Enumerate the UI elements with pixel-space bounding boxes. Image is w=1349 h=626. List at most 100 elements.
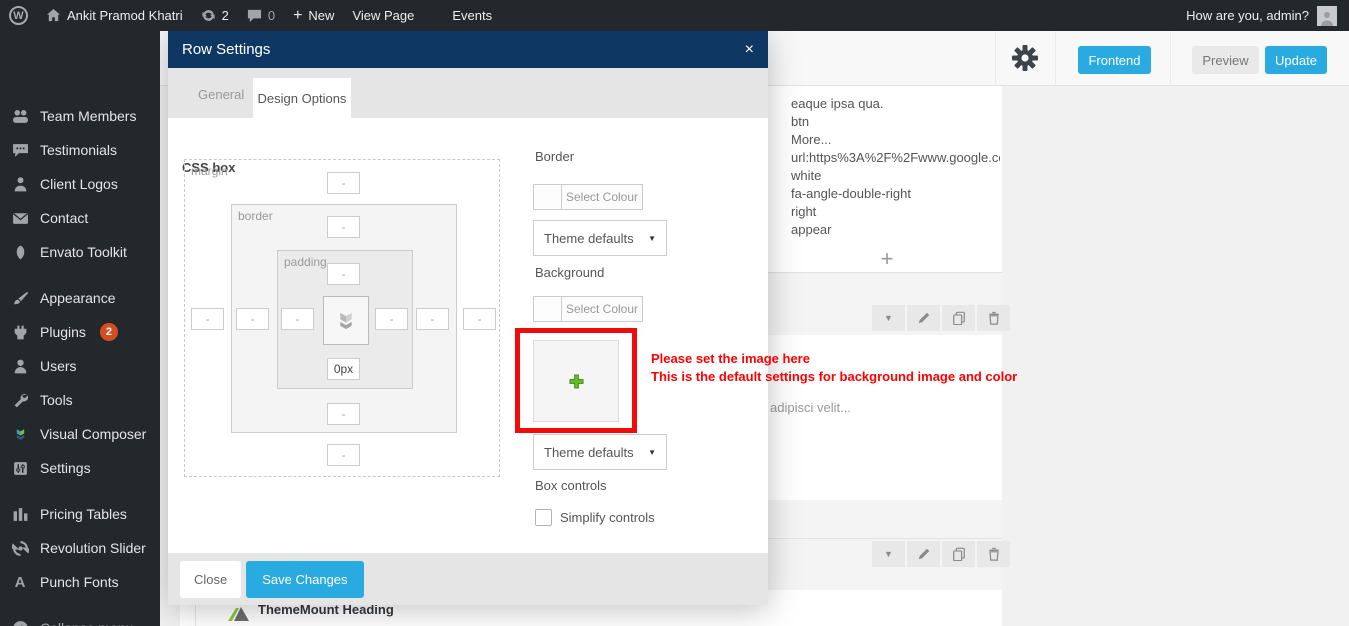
greeting-text: How are you, admin? bbox=[1186, 8, 1309, 23]
sidebar-item-label: Appearance bbox=[40, 290, 116, 306]
row-content-panel: eaque ipsa qua. btn More... url:https%3A… bbox=[779, 88, 1000, 248]
row-controls: ▼ bbox=[872, 305, 1010, 331]
avatar bbox=[1317, 5, 1337, 26]
tab-design-options[interactable]: Design Options bbox=[253, 78, 351, 118]
collapse-arrow-icon bbox=[12, 620, 28, 626]
row-excerpt-text: adipisci velit... bbox=[770, 400, 851, 415]
sidebar-item-users[interactable]: Users bbox=[0, 349, 160, 383]
frontend-button[interactable]: Frontend bbox=[1078, 46, 1151, 74]
border-bottom-input[interactable] bbox=[327, 403, 360, 425]
my-account-menu[interactable]: How are you, admin? bbox=[1186, 5, 1349, 26]
row-toggle-button[interactable]: ▼ bbox=[872, 541, 905, 567]
home-icon bbox=[46, 8, 61, 22]
margin-bottom-input[interactable] bbox=[327, 444, 360, 466]
row-delete-button[interactable] bbox=[977, 305, 1010, 331]
events-menu[interactable]: Events bbox=[443, 0, 501, 31]
row-controls: ▼ bbox=[872, 541, 1010, 567]
sidebar-item-punch-fonts[interactable]: A Punch Fonts bbox=[0, 565, 160, 599]
add-element-button[interactable]: + bbox=[874, 246, 900, 272]
updates-menu[interactable]: 2 bbox=[192, 0, 238, 31]
wordpress-menu[interactable]: W bbox=[0, 0, 37, 31]
sidebar-item-appearance[interactable]: Appearance bbox=[0, 281, 160, 315]
row-edit-button[interactable] bbox=[907, 305, 940, 331]
row-clone-button[interactable] bbox=[942, 305, 975, 331]
trash-icon bbox=[988, 311, 999, 325]
sidebar-item-plugins[interactable]: Plugins 2 bbox=[0, 315, 160, 349]
padding-right-input[interactable] bbox=[375, 308, 408, 330]
background-colour-picker[interactable]: Select Colour bbox=[533, 296, 643, 322]
padding-bottom-input[interactable] bbox=[327, 358, 360, 380]
box-controls-heading: Box controls bbox=[535, 478, 607, 493]
new-label: New bbox=[308, 8, 335, 23]
margin-right-input[interactable] bbox=[463, 308, 496, 330]
sidebar-item-team-members[interactable]: Team Members bbox=[0, 99, 160, 133]
padding-top-input[interactable] bbox=[327, 263, 360, 285]
border-label: border bbox=[238, 209, 273, 223]
background-style-select[interactable]: Theme defaults ▼ bbox=[533, 434, 667, 470]
save-changes-button[interactable]: Save Changes bbox=[246, 560, 364, 598]
clone-icon bbox=[952, 311, 965, 325]
simplify-controls-checkbox[interactable] bbox=[535, 509, 552, 526]
close-icon[interactable]: × bbox=[745, 41, 754, 59]
border-top-input[interactable] bbox=[327, 216, 360, 238]
content-line: right bbox=[791, 204, 817, 219]
select-colour-button[interactable]: Select Colour bbox=[562, 297, 642, 321]
row-delete-button[interactable] bbox=[977, 541, 1010, 567]
tab-general[interactable]: General bbox=[198, 87, 244, 102]
row-edit-button[interactable] bbox=[907, 541, 940, 567]
new-menu[interactable]: + New bbox=[284, 0, 343, 31]
row-settings-modal: Row Settings × General Design Options CS… bbox=[168, 31, 768, 605]
site-name-menu[interactable]: Ankit Pramod Khatri bbox=[37, 0, 192, 31]
select-colour-button[interactable]: Select Colour bbox=[562, 185, 642, 209]
content-line: url:https%3A%2F%2Fwww.google.co.in%2F|| bbox=[791, 150, 1000, 165]
clone-icon bbox=[952, 547, 965, 561]
row-clone-button[interactable] bbox=[942, 541, 975, 567]
email-icon bbox=[12, 212, 28, 224]
site-name: Ankit Pramod Khatri bbox=[67, 8, 183, 23]
colour-swatch bbox=[534, 297, 562, 321]
padding-left-input[interactable] bbox=[281, 308, 314, 330]
comments-count: 0 bbox=[267, 8, 276, 23]
margin-label: margin bbox=[191, 164, 228, 178]
sidebar-item-envato-toolkit[interactable]: Envato Toolkit bbox=[0, 235, 160, 269]
collapse-menu-button[interactable]: Collapse menu bbox=[0, 611, 160, 626]
sidebar-item-label: Tools bbox=[40, 392, 73, 408]
row-toggle-button[interactable]: ▼ bbox=[872, 305, 905, 331]
content-line: More... bbox=[791, 132, 832, 147]
sidebar-item-label: Contact bbox=[40, 210, 89, 226]
modal-footer: Close Save Changes bbox=[168, 553, 768, 605]
gear-icon[interactable] bbox=[1011, 44, 1039, 72]
update-button[interactable]: Update bbox=[1265, 46, 1327, 74]
background-section-heading: Background bbox=[535, 265, 605, 280]
margin-left-input[interactable] bbox=[191, 308, 224, 330]
settings-icon bbox=[13, 461, 27, 475]
sidebar-item-settings[interactable]: Settings bbox=[0, 451, 160, 485]
border-style-select[interactable]: Theme defaults ▼ bbox=[533, 220, 667, 256]
sidebar-item-testimonials[interactable]: Testimonials bbox=[0, 133, 160, 167]
content-line: appear bbox=[791, 222, 832, 237]
sidebar-item-label: Users bbox=[40, 358, 77, 374]
sidebar-item-client-logos[interactable]: Client Logos bbox=[0, 167, 160, 201]
sidebar-item-pricing-tables[interactable]: Pricing Tables bbox=[0, 497, 160, 531]
chevron-down-icon: ▼ bbox=[884, 549, 893, 559]
border-right-input[interactable] bbox=[416, 308, 449, 330]
preview-button[interactable]: Preview bbox=[1192, 46, 1259, 74]
sidebar-item-label: Revolution Slider bbox=[40, 540, 146, 556]
sidebar-item-contact[interactable]: Contact bbox=[0, 201, 160, 235]
sidebar-item-tools[interactable]: Tools bbox=[0, 383, 160, 417]
margin-top-input[interactable] bbox=[327, 172, 360, 194]
sidebar-item-revolution-slider[interactable]: Revolution Slider bbox=[0, 531, 160, 565]
border-left-input[interactable] bbox=[236, 308, 269, 330]
sidebar-item-label: Plugins bbox=[40, 324, 86, 340]
comments-menu[interactable]: 0 bbox=[238, 0, 284, 31]
annotation-highlight-rectangle bbox=[515, 328, 637, 433]
sidebar-item-visual-composer[interactable]: Visual Composer bbox=[0, 417, 160, 451]
comment-icon bbox=[247, 9, 261, 23]
close-button[interactable]: Close bbox=[180, 560, 242, 598]
sidebar-separator bbox=[0, 599, 160, 611]
sidebar-separator bbox=[0, 485, 160, 497]
content-box bbox=[323, 296, 369, 345]
view-page-menu[interactable]: View Page bbox=[343, 0, 423, 31]
envato-leaf-icon bbox=[16, 245, 24, 259]
border-colour-picker[interactable]: Select Colour bbox=[533, 184, 643, 210]
